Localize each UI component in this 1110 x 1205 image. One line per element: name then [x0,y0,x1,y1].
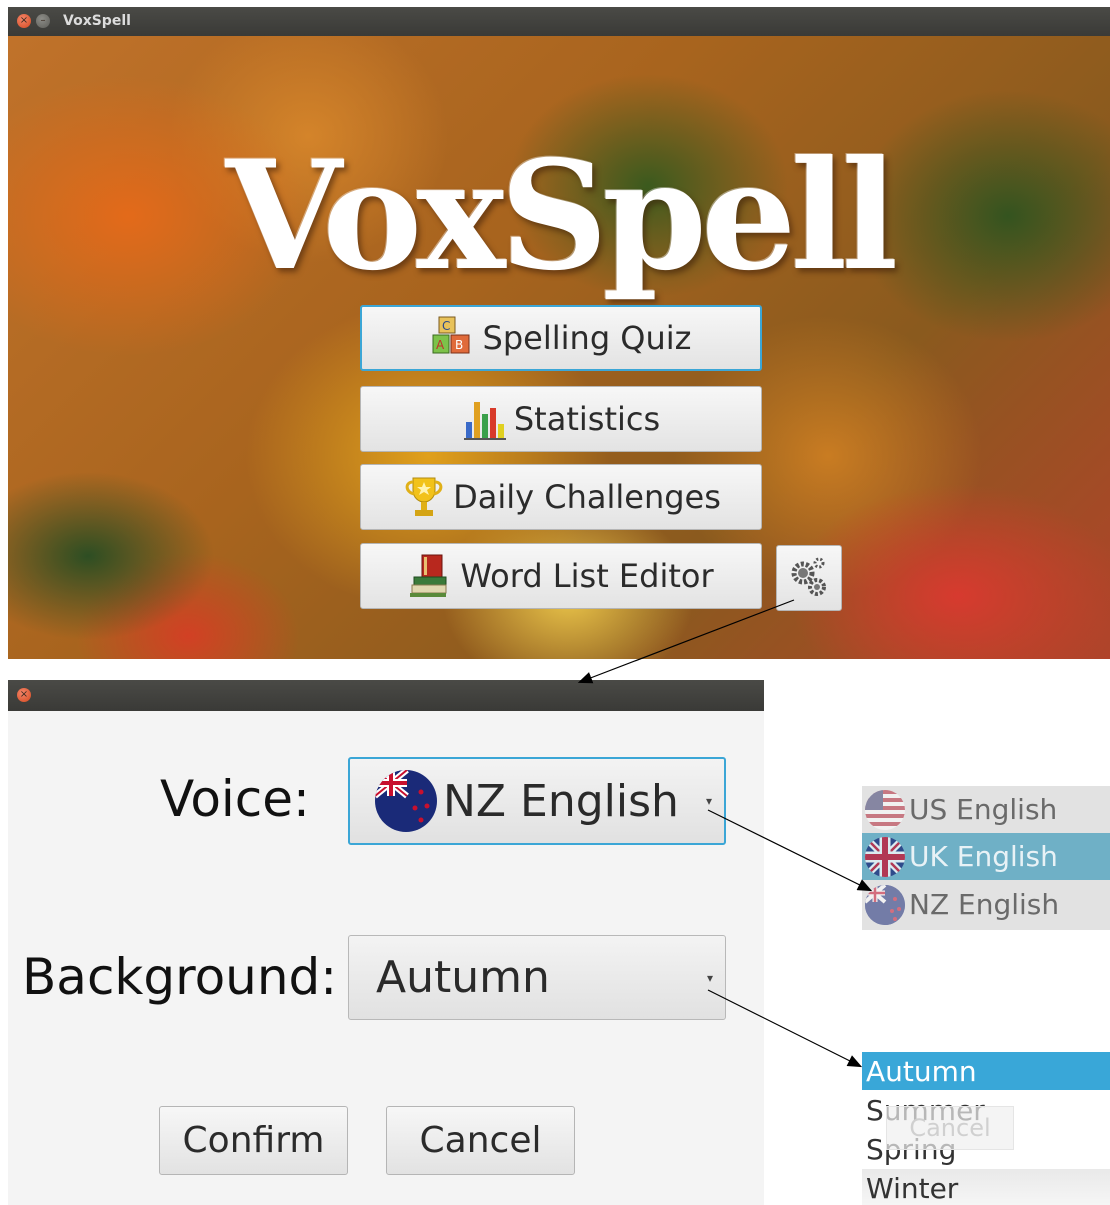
statistics-button[interactable]: Statistics [360,386,762,452]
window-title: VoxSpell [63,13,131,29]
us-flag-icon [865,789,905,830]
dialog-close-button[interactable]: × [17,688,31,702]
voice-label: Voice: [160,770,310,828]
nz-flag-icon [865,884,905,925]
word-list-editor-label: Word List Editor [460,557,714,595]
gears-icon [786,553,832,603]
bar-chart-icon [462,396,508,442]
voice-option-nz[interactable]: NZ English [862,881,1110,928]
voice-dropdown-popup: US English UK English NZ English [862,786,1110,930]
daily-challenges-label: Daily Challenges [453,478,721,516]
background-label: Background: [22,948,338,1006]
svg-text:A: A [436,338,445,352]
abc-blocks-icon: C A B [431,315,477,361]
app-title: VoxSpell [225,128,899,304]
nz-flag-icon [375,770,437,832]
spelling-quiz-label: Spelling Quiz [482,319,692,357]
ghost-cancel-button: Cancel [886,1106,1014,1150]
chevron-down-icon: ▾ [706,970,713,985]
spelling-quiz-button[interactable]: C A B Spelling Quiz [360,305,762,371]
background-option-winter[interactable]: Winter [862,1169,1110,1205]
close-button[interactable]: × [17,14,31,28]
svg-text:B: B [455,338,463,352]
autumn-background-image: VoxSpell C A B Spelling Quiz Statistics … [8,36,1110,659]
minimize-icon: – [40,15,46,26]
dialog-titlebar: × [8,680,764,711]
voice-option-label: NZ English [909,888,1060,921]
trophy-icon [401,474,447,520]
statistics-label: Statistics [513,400,661,438]
background-selected-value: Autumn [376,952,550,1003]
voice-combobox[interactable]: NZ English ▾ [348,757,726,845]
voice-option-us[interactable]: US English [862,786,1110,833]
voice-option-uk[interactable]: UK English [862,833,1110,880]
chevron-down-icon: ▾ [705,794,712,808]
svg-text:C: C [442,319,450,333]
daily-challenges-button[interactable]: Daily Challenges [360,464,762,530]
word-list-editor-button[interactable]: Word List Editor [360,543,762,609]
voice-option-label: US English [909,793,1058,826]
main-window: × – VoxSpell VoxSpell C A B Spelling Qui… [8,7,1110,659]
close-icon: × [19,689,29,700]
background-option-autumn[interactable]: Autumn [862,1052,1110,1090]
settings-dialog: × Voice: NZ English ▾ Background: Autumn… [8,680,764,1205]
uk-flag-icon [865,836,905,877]
background-combobox[interactable]: Autumn ▾ [348,935,726,1020]
cancel-button[interactable]: Cancel [386,1106,575,1175]
close-icon: × [19,15,29,26]
voice-selected-value: NZ English [443,775,679,827]
confirm-button[interactable]: Confirm [159,1106,348,1175]
settings-button[interactable] [776,545,842,611]
main-titlebar: × – VoxSpell [8,7,1110,36]
books-icon [408,553,454,599]
voice-option-label: UK English [909,840,1058,873]
minimize-button[interactable]: – [36,14,50,28]
